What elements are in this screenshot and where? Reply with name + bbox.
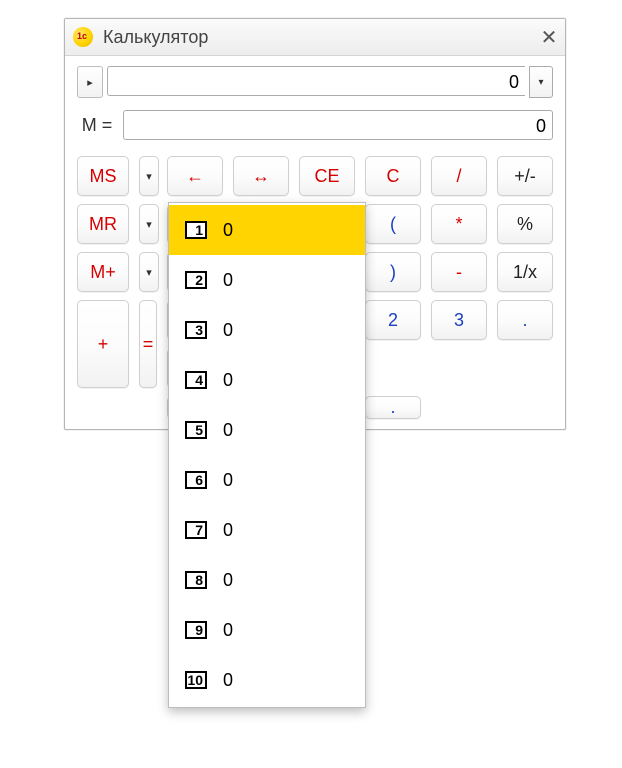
mplus-button[interactable]: M+ bbox=[77, 252, 129, 292]
divide-button[interactable]: / bbox=[431, 156, 487, 196]
main-display[interactable]: 0 bbox=[107, 66, 525, 96]
register-value: 0 bbox=[223, 370, 233, 391]
register-menu-item[interactable]: 50 bbox=[169, 405, 365, 455]
register-badge-icon: 6 bbox=[185, 471, 207, 489]
dot-button-2[interactable]: . bbox=[365, 396, 421, 419]
back-button[interactable]: ← bbox=[167, 156, 223, 196]
register-menu-item[interactable]: 40 bbox=[169, 355, 365, 405]
register-menu-item[interactable]: 90 bbox=[169, 605, 365, 655]
ce-button[interactable]: CE bbox=[299, 156, 355, 196]
register-badge-icon: 2 bbox=[185, 271, 207, 289]
reciprocal-button[interactable]: 1/x bbox=[497, 252, 553, 292]
register-value: 0 bbox=[223, 270, 233, 291]
register-menu-item[interactable]: 70 bbox=[169, 505, 365, 555]
register-value: 0 bbox=[223, 620, 233, 641]
c-button[interactable]: C bbox=[365, 156, 421, 196]
register-badge-icon: 9 bbox=[185, 621, 207, 639]
register-menu-item[interactable]: 80 bbox=[169, 555, 365, 605]
register-menu[interactable]: 102030405060708090100 bbox=[168, 202, 366, 708]
ms-split-button[interactable]: ▾ bbox=[139, 156, 159, 196]
digit-3-button[interactable]: 3 bbox=[431, 300, 487, 340]
close-icon[interactable]: ✕ bbox=[539, 27, 559, 47]
register-value: 0 bbox=[223, 670, 233, 691]
multiply-button[interactable]: * bbox=[431, 204, 487, 244]
mr-button[interactable]: MR bbox=[77, 204, 129, 244]
register-menu-item[interactable]: 10 bbox=[169, 205, 365, 255]
register-menu-item[interactable]: 30 bbox=[169, 305, 365, 355]
mr-split-button[interactable]: ▾ bbox=[139, 204, 159, 244]
register-value: 0 bbox=[223, 520, 233, 541]
display-row: ▸ 0 ▾ bbox=[77, 66, 553, 98]
paren-close-button[interactable]: ) bbox=[365, 252, 421, 292]
app-icon bbox=[73, 27, 93, 47]
dot-button[interactable]: . bbox=[497, 300, 553, 340]
mode-dropdown-button[interactable]: ▾ bbox=[529, 66, 553, 98]
equals-button[interactable]: = bbox=[139, 300, 157, 388]
register-badge-icon: 10 bbox=[185, 671, 207, 689]
register-value: 0 bbox=[223, 420, 233, 441]
register-value: 0 bbox=[223, 320, 233, 341]
register-badge-icon: 1 bbox=[185, 221, 207, 239]
register-badge-icon: 5 bbox=[185, 421, 207, 439]
window-title: Калькулятор bbox=[103, 27, 208, 48]
memory-row: M = 0 bbox=[77, 110, 553, 140]
register-badge-icon: 7 bbox=[185, 521, 207, 539]
register-badge-icon: 3 bbox=[185, 321, 207, 339]
register-badge-icon: 8 bbox=[185, 571, 207, 589]
plus-button[interactable]: + bbox=[77, 300, 129, 388]
minus-button[interactable]: - bbox=[431, 252, 487, 292]
reverse-button[interactable]: ↔ bbox=[233, 156, 289, 196]
percent-button[interactable]: % bbox=[497, 204, 553, 244]
register-value: 0 bbox=[223, 470, 233, 491]
memory-display: 0 bbox=[123, 110, 553, 140]
paren-open-button[interactable]: ( bbox=[365, 204, 421, 244]
register-badge-icon: 4 bbox=[185, 371, 207, 389]
title-bar[interactable]: Калькулятор ✕ bbox=[65, 19, 565, 56]
memory-label: M = bbox=[77, 115, 117, 136]
register-value: 0 bbox=[223, 570, 233, 591]
register-menu-item[interactable]: 20 bbox=[169, 255, 365, 305]
mplus-split-button[interactable]: ▾ bbox=[139, 252, 159, 292]
digit-2-button[interactable]: 2 bbox=[365, 300, 421, 340]
history-button[interactable]: ▸ bbox=[77, 66, 103, 98]
register-value: 0 bbox=[223, 220, 233, 241]
ms-button[interactable]: MS bbox=[77, 156, 129, 196]
plus-minus-button[interactable]: +/- bbox=[497, 156, 553, 196]
register-menu-item[interactable]: 60 bbox=[169, 455, 365, 505]
register-menu-item[interactable]: 10 0 bbox=[169, 655, 365, 705]
